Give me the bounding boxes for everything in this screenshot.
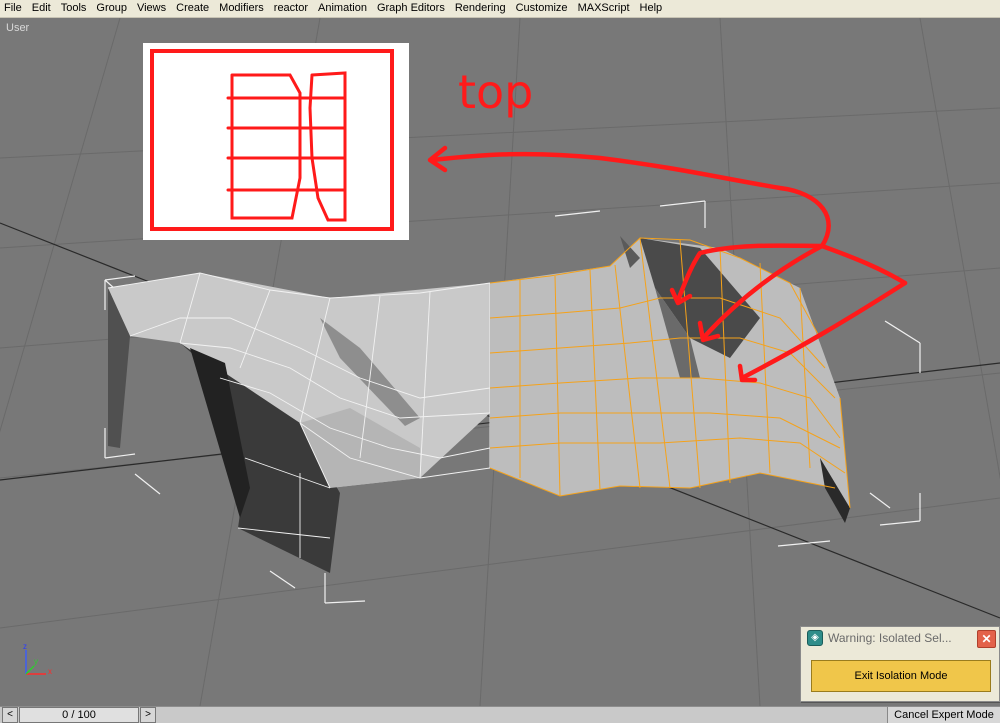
menu-bar: File Edit Tools Group Views Create Modif… [0,0,1000,18]
selected-mesh-region [489,236,851,523]
cancel-expert-mode-button[interactable]: Cancel Expert Mode [887,707,1000,723]
warning-title-bar[interactable]: ◈ Warning: Isolated Sel... ✕ [801,627,999,649]
axis-y-label: y [34,657,38,666]
menu-views[interactable]: Views [132,0,171,17]
close-icon[interactable]: ✕ [977,630,996,648]
perspective-viewport[interactable]: top User z x y [0,18,1000,706]
axis-x-label: x [48,667,52,676]
viewport-label[interactable]: User [6,22,29,34]
car-body-mesh [107,272,491,573]
axis-tripod-gizmo: z x y [12,640,58,686]
menu-reactor[interactable]: reactor [269,0,313,17]
menu-rendering[interactable]: Rendering [450,0,511,17]
exit-isolation-mode-button[interactable]: Exit Isolation Mode [811,660,991,692]
max-app-icon: ◈ [807,630,823,646]
viewport-scene: top [0,18,1000,706]
menu-file[interactable]: File [0,0,27,17]
menu-help[interactable]: Help [635,0,668,17]
axis-z-label: z [23,642,27,651]
menu-edit[interactable]: Edit [27,0,56,17]
time-status-bar: < 0 / 100 > Cancel Expert Mode [0,706,1000,723]
menu-maxscript[interactable]: MAXScript [573,0,635,17]
menu-customize[interactable]: Customize [511,0,573,17]
annotation-top-label: top [458,65,533,119]
annotation-top-view-sketch [143,43,409,240]
menu-tools[interactable]: Tools [56,0,92,17]
menu-create[interactable]: Create [171,0,214,17]
menu-modifiers[interactable]: Modifiers [214,0,269,17]
chevron-right-icon[interactable]: > [140,707,156,723]
warning-title: Warning: Isolated Sel... [828,631,952,645]
chevron-left-icon[interactable]: < [2,707,18,723]
menu-graph-editors[interactable]: Graph Editors [372,0,450,17]
menu-group[interactable]: Group [91,0,132,17]
menu-animation[interactable]: Animation [313,0,372,17]
time-slider[interactable]: 0 / 100 [19,707,139,723]
isolation-warning-dialog: ◈ Warning: Isolated Sel... ✕ Exit Isolat… [800,626,1000,702]
